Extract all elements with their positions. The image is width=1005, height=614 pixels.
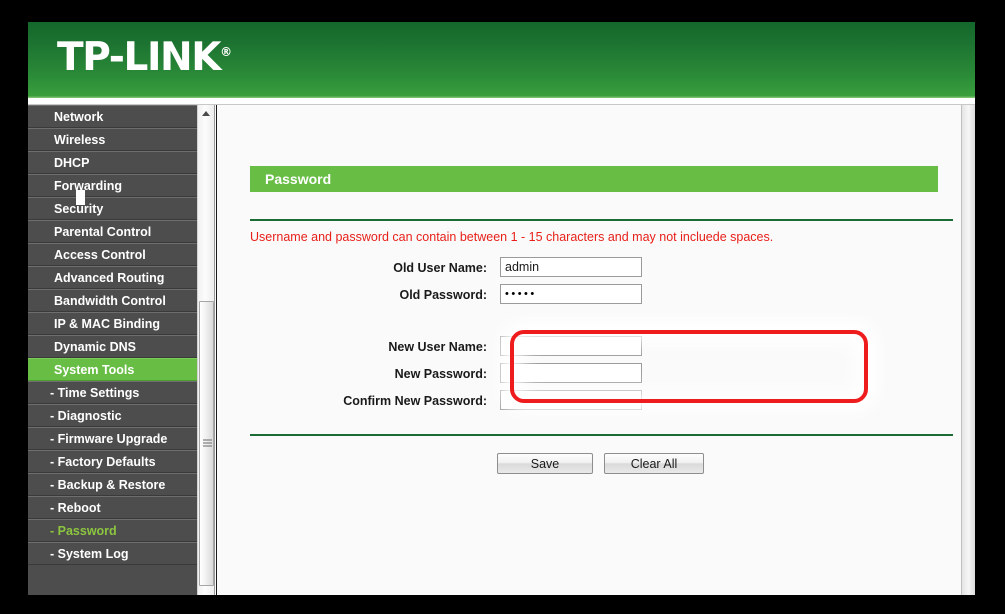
logo-text: TP-LINK bbox=[57, 35, 222, 80]
field-row-old-password: Old Password: ••••• bbox=[217, 284, 975, 306]
new-password-input[interactable] bbox=[500, 363, 642, 383]
clear-all-button[interactable]: Clear All bbox=[604, 453, 704, 474]
browser-page: TP-LINK® Network Wireless DHCP Forwarding Se… bbox=[28, 22, 975, 595]
sidebar-item-password[interactable]: - Password bbox=[28, 519, 197, 542]
old-user-name-input[interactable] bbox=[500, 257, 642, 277]
scroll-up-button[interactable] bbox=[198, 105, 214, 121]
sidebar-item-reboot[interactable]: - Reboot bbox=[28, 496, 197, 519]
sidebar-item-dhcp[interactable]: DHCP bbox=[28, 151, 197, 174]
label-new-user-name: New User Name: bbox=[388, 340, 487, 354]
label-new-password: New Password: bbox=[394, 367, 487, 381]
sidebar-scrollbar[interactable] bbox=[197, 105, 215, 595]
sidebar-item-factory-defaults[interactable]: - Factory Defaults bbox=[28, 450, 197, 473]
main-content: Password Username and password can conta… bbox=[216, 105, 975, 595]
sidebar-item-advanced-routing[interactable]: Advanced Routing bbox=[28, 266, 197, 289]
page-title: Password bbox=[250, 166, 938, 192]
field-row-new-password: New Password: bbox=[217, 363, 975, 385]
sidebar-item-ip-mac-binding[interactable]: IP & MAC Binding bbox=[28, 312, 197, 335]
sidebar-item-firmware-upgrade[interactable]: - Firmware Upgrade bbox=[28, 427, 197, 450]
grip-lines-icon bbox=[203, 439, 212, 448]
save-button[interactable]: Save bbox=[497, 453, 593, 474]
field-row-old-user-name: Old User Name: bbox=[217, 257, 975, 279]
old-password-input[interactable]: ••••• bbox=[500, 284, 642, 304]
sidebar-item-dynamic-dns[interactable]: Dynamic DNS bbox=[28, 335, 197, 358]
sidebar-item-diagnostic[interactable]: - Diagnostic bbox=[28, 404, 197, 427]
registered-mark-icon: ® bbox=[220, 45, 233, 59]
divider-top bbox=[250, 219, 953, 221]
page-body: Network Wireless DHCP Forwarding Security Par… bbox=[28, 105, 975, 595]
sidebar-item-access-control[interactable]: Access Control bbox=[28, 243, 197, 266]
divider-bottom bbox=[250, 434, 953, 436]
sidebar-item-network[interactable]: Network bbox=[28, 105, 197, 128]
sidebar-item-parental-control[interactable]: Parental Control bbox=[28, 220, 197, 243]
sidebar-item-security[interactable]: Security bbox=[28, 197, 197, 220]
sidebar-item-backup-restore[interactable]: - Backup & Restore bbox=[28, 473, 197, 496]
notice-text: Username and password can contain betwee… bbox=[250, 230, 774, 244]
sidebar-item-wireless[interactable]: Wireless bbox=[28, 128, 197, 151]
sidebar-menu: Network Wireless DHCP Forwarding Security Par… bbox=[28, 105, 197, 595]
sidebar-item-time-settings[interactable]: - Time Settings bbox=[28, 381, 197, 404]
field-row-new-user-name: New User Name: bbox=[217, 336, 975, 358]
label-old-user-name: Old User Name: bbox=[393, 261, 487, 275]
sidebar-item-system-tools[interactable]: System Tools bbox=[28, 358, 197, 381]
label-old-password: Old Password: bbox=[399, 288, 487, 302]
text-caret-artifact bbox=[76, 190, 85, 205]
screenshot-root: TP-LINK® Network Wireless DHCP Forwarding Se… bbox=[0, 0, 1005, 614]
tp-link-logo: TP-LINK® bbox=[57, 38, 232, 77]
scrollbar-thumb[interactable] bbox=[199, 301, 214, 586]
sidebar-item-system-log[interactable]: - System Log bbox=[28, 542, 197, 565]
field-row-confirm-new-password: Confirm New Password: bbox=[217, 390, 975, 412]
triangle-up-icon bbox=[202, 110, 210, 116]
brand-banner: TP-LINK® bbox=[28, 22, 975, 98]
label-confirm-new-password: Confirm New Password: bbox=[343, 394, 487, 408]
form-actions: Save Clear All bbox=[217, 453, 975, 475]
sidebar-item-bandwidth-control[interactable]: Bandwidth Control bbox=[28, 289, 197, 312]
confirm-new-password-input[interactable] bbox=[500, 390, 642, 410]
banner-separator bbox=[28, 98, 975, 105]
page-scrollbar-edge[interactable] bbox=[961, 105, 975, 595]
new-user-name-input[interactable] bbox=[500, 336, 642, 356]
sidebar-item-forwarding[interactable]: Forwarding bbox=[28, 174, 197, 197]
